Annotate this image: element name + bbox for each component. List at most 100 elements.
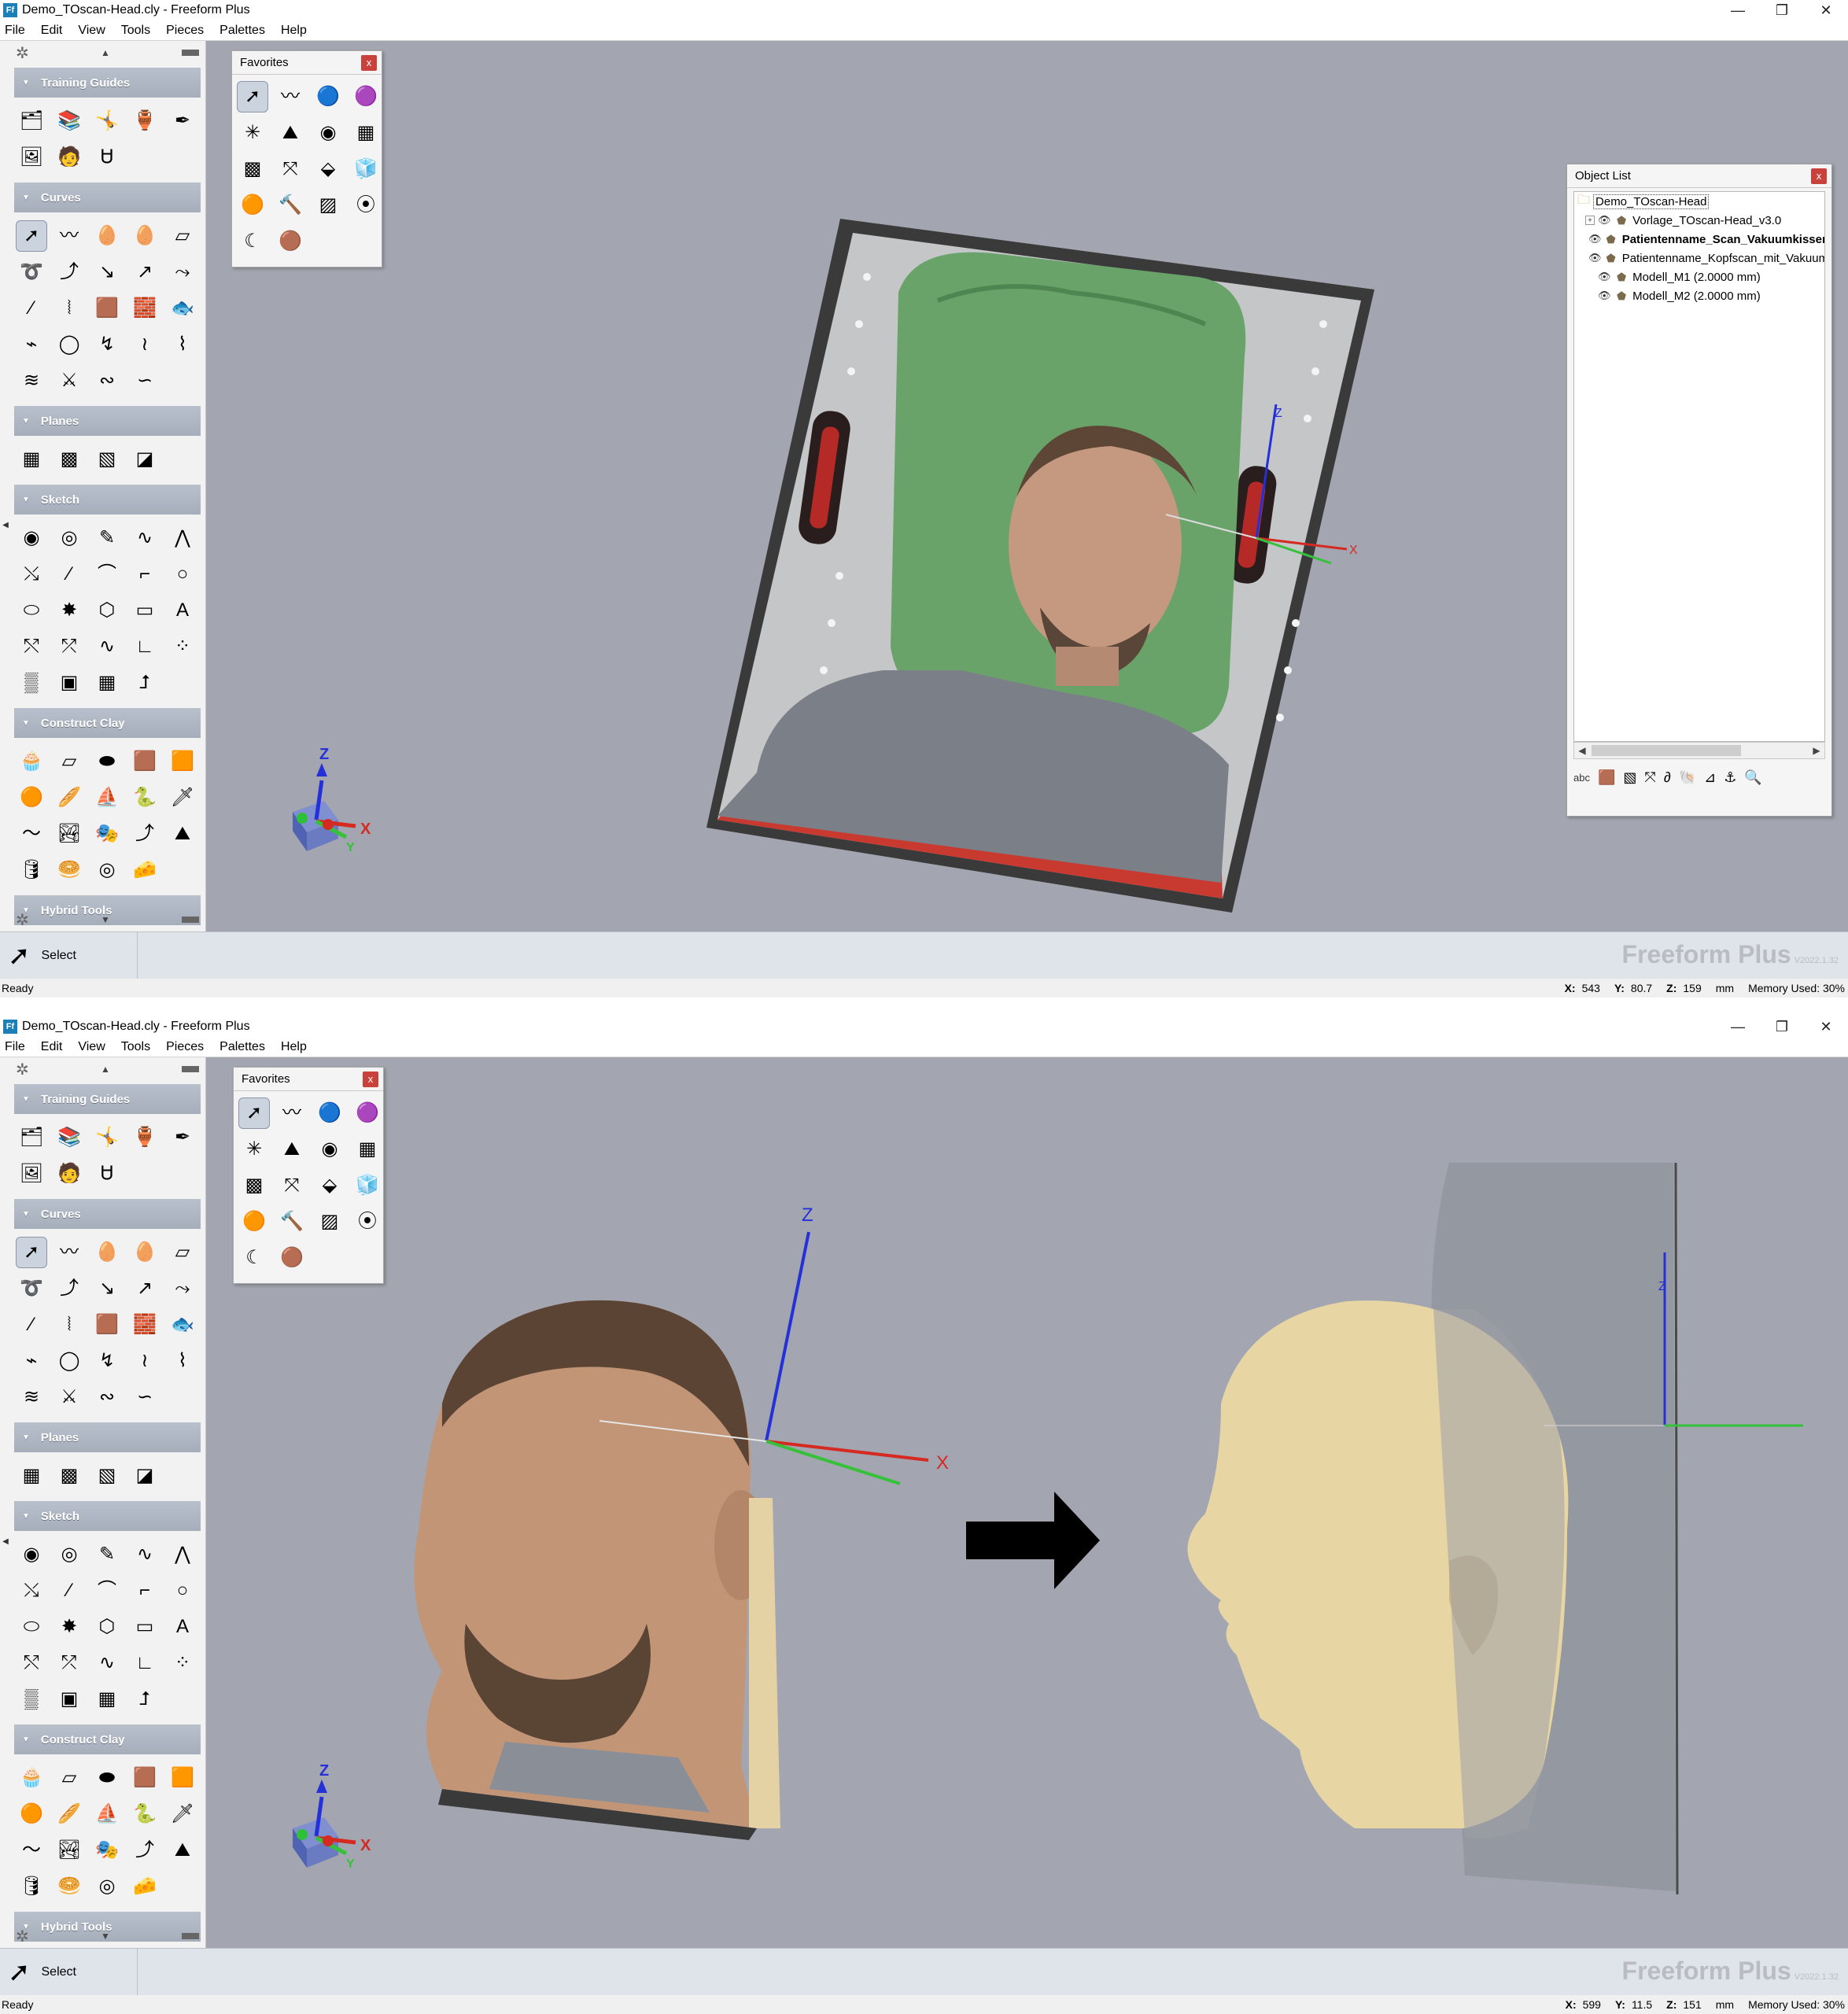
tool-button-icon[interactable]: ⛵ bbox=[91, 1798, 123, 1830]
favorite-tool-icon[interactable]: ⦿ bbox=[350, 190, 382, 221]
tool-button-icon[interactable]: ∕ bbox=[53, 559, 85, 590]
tree-item[interactable]: 👁 ⬟ Modell_M2 (2.0000 mm) bbox=[1574, 286, 1824, 305]
favorite-tool-icon[interactable]: 🟤 bbox=[276, 1242, 308, 1274]
favorite-tool-icon[interactable]: 🔵 bbox=[314, 1097, 345, 1129]
tool-button-icon[interactable]: ↘ bbox=[91, 256, 123, 288]
tool-button-icon[interactable]: ⚔ bbox=[53, 1381, 85, 1413]
tool-button-icon[interactable]: 🏞 bbox=[53, 818, 85, 850]
tool-button-icon[interactable]: ▒ bbox=[16, 667, 47, 699]
tool-button-icon[interactable]: ↘ bbox=[91, 1273, 123, 1304]
scroll-right-icon[interactable]: ▶ bbox=[1809, 745, 1824, 756]
tool-button-icon[interactable]: 🏺 bbox=[129, 105, 160, 137]
tool-button-icon[interactable]: 🧀 bbox=[129, 1871, 160, 1902]
tool-button-icon[interactable]: ◉ bbox=[16, 1539, 47, 1570]
tool-button-icon[interactable]: ▭ bbox=[129, 1611, 160, 1643]
tool-button-icon[interactable]: 🗂 bbox=[16, 1122, 47, 1153]
minimize-button[interactable]: — bbox=[1716, 0, 1760, 20]
sidebar-scroll-down-icon[interactable]: ▼ bbox=[101, 914, 110, 925]
tool-button-icon[interactable]: ∟ bbox=[129, 631, 160, 662]
tool-button-icon[interactable]: 🟧 bbox=[167, 746, 198, 777]
tool-button-icon[interactable]: ◎ bbox=[53, 522, 85, 554]
tree-item[interactable]: 👁 ⬟ Patientenname_Kopfscan_mit_Vakuumkisse… bbox=[1574, 249, 1824, 267]
menu-help[interactable]: Help bbox=[281, 1040, 307, 1054]
anchor-icon[interactable]: ⚓ bbox=[1724, 769, 1736, 786]
current-tool-cell[interactable]: ➚ Select bbox=[0, 1949, 138, 1996]
favorite-tool-icon[interactable]: ☾ bbox=[238, 1242, 270, 1274]
tool-button-icon[interactable]: ⤱ bbox=[53, 631, 85, 662]
section-header-sketch[interactable]: ▼ Sketch bbox=[14, 485, 201, 515]
favorite-tool-icon[interactable]: ✳ bbox=[237, 117, 268, 149]
favorite-tool-icon[interactable]: 🧊 bbox=[350, 153, 382, 185]
favorite-tool-icon[interactable]: ⛰ bbox=[276, 1134, 308, 1165]
sidebar-scroll-up-icon[interactable]: ▲ bbox=[101, 1064, 110, 1075]
favorite-tool-icon[interactable]: 🟤 bbox=[275, 226, 306, 257]
tool-button-icon[interactable]: ➰ bbox=[16, 1273, 47, 1304]
sidebar-handle-icon[interactable] bbox=[182, 1066, 199, 1072]
tool-button-icon[interactable]: ▭ bbox=[129, 595, 160, 626]
tool-button-icon[interactable]: ∽ bbox=[129, 1381, 160, 1413]
favorite-tool-icon[interactable]: ▦ bbox=[352, 1134, 383, 1165]
tool-button-icon[interactable]: 🧁 bbox=[16, 1762, 47, 1794]
tool-button-icon[interactable]: ∕ bbox=[16, 293, 47, 324]
tool-button-icon[interactable]: ⤴ bbox=[129, 818, 160, 850]
tool-button-icon[interactable]: 🥚 bbox=[91, 1237, 123, 1268]
tool-button-icon[interactable]: ⬭ bbox=[16, 1611, 47, 1643]
tool-button-icon[interactable]: ▒ bbox=[16, 1684, 47, 1715]
tool-button-icon[interactable]: ↯ bbox=[91, 329, 123, 360]
tool-button-icon[interactable]: ✒ bbox=[167, 1122, 198, 1153]
favorite-tool-icon[interactable]: ▨ bbox=[312, 190, 344, 221]
tool-button-icon[interactable]: ▧ bbox=[91, 1460, 123, 1492]
tool-button-icon[interactable]: 🥯 bbox=[53, 854, 85, 886]
tool-button-icon[interactable]: 📚 bbox=[53, 105, 85, 137]
tool-button-icon[interactable]: ⛰ bbox=[167, 1835, 198, 1866]
menu-tools[interactable]: Tools bbox=[121, 24, 150, 38]
visibility-eye-icon[interactable]: 👁 bbox=[1598, 290, 1612, 302]
close-window-button[interactable]: ✕ bbox=[1804, 1016, 1848, 1037]
tool-button-icon[interactable]: ➚ bbox=[16, 220, 47, 252]
tool-button-icon[interactable]: ∾ bbox=[91, 365, 123, 397]
tool-button-icon[interactable]: ▣ bbox=[53, 667, 85, 699]
tool-button-icon[interactable]: ⛰ bbox=[167, 818, 198, 850]
tool-button-icon[interactable]: ⌁ bbox=[16, 1345, 47, 1377]
tool-button-icon[interactable]: ⮥ bbox=[129, 667, 160, 699]
tool-button-icon[interactable]: ⮥ bbox=[129, 1684, 160, 1715]
tree-item[interactable]: 👁 ⬟ Patientenname_Scan_Vakuumkissen bbox=[1574, 230, 1824, 249]
menu-file[interactable]: File bbox=[5, 24, 25, 38]
tool-button-icon[interactable]: ◎ bbox=[91, 854, 123, 886]
section-header-planes[interactable]: ▼ Planes bbox=[14, 406, 201, 436]
tool-button-icon[interactable]: ≀ bbox=[129, 1345, 160, 1377]
tool-button-icon[interactable]: ↯ bbox=[91, 1345, 123, 1377]
sidebar-gear-icon[interactable]: ✲ bbox=[16, 43, 29, 63]
expand-icon[interactable]: + bbox=[1585, 216, 1595, 225]
menu-view[interactable]: View bbox=[78, 1040, 105, 1054]
favorite-tool-icon[interactable]: ➚ bbox=[237, 81, 268, 113]
sidebar-gear-icon[interactable]: ✲ bbox=[16, 1060, 29, 1079]
tool-button-icon[interactable]: 🗂 bbox=[16, 105, 47, 137]
tool-button-icon[interactable]: 🧱 bbox=[129, 293, 160, 324]
tool-button-icon[interactable]: ⤱ bbox=[53, 1647, 85, 1679]
tool-button-icon[interactable]: ✎ bbox=[91, 522, 123, 554]
section-header-construct-clay[interactable]: ▼ Construct Clay bbox=[14, 708, 201, 738]
tool-button-icon[interactable]: ▦ bbox=[91, 667, 123, 699]
minimize-button[interactable]: — bbox=[1716, 1016, 1760, 1037]
tool-button-icon[interactable]: ⤴ bbox=[53, 256, 85, 288]
section-header-sketch[interactable]: ▼ Sketch bbox=[14, 1501, 201, 1531]
tool-button-icon[interactable]: 🥚 bbox=[129, 1237, 160, 1268]
tool-button-icon[interactable]: A bbox=[167, 595, 198, 626]
tool-button-icon[interactable]: ⌁ bbox=[16, 329, 47, 360]
tool-button-icon[interactable]: 🐍 bbox=[129, 1798, 160, 1830]
tool-button-icon[interactable]: 🥚 bbox=[129, 220, 160, 252]
tool-button-icon[interactable]: 🧁 bbox=[16, 746, 47, 777]
tool-button-icon[interactable]: 🧑 bbox=[53, 1158, 85, 1190]
tool-button-icon[interactable]: 〰 bbox=[53, 1237, 85, 1268]
tool-button-icon[interactable]: Ꮜ bbox=[91, 1158, 123, 1190]
mesh-icon[interactable]: ▧ bbox=[1623, 769, 1636, 786]
tool-button-icon[interactable]: ⬡ bbox=[91, 595, 123, 626]
tool-button-icon[interactable]: ▱ bbox=[53, 1762, 85, 1794]
tool-button-icon[interactable]: ◯ bbox=[53, 329, 85, 360]
sidebar-scroll-up-icon[interactable]: ▲ bbox=[101, 47, 110, 58]
tool-button-icon[interactable]: ▦ bbox=[91, 1684, 123, 1715]
tool-button-icon[interactable]: 🏞 bbox=[53, 1835, 85, 1866]
tool-button-icon[interactable]: 🟠 bbox=[16, 782, 47, 813]
tool-button-icon[interactable]: ∿ bbox=[91, 631, 123, 662]
